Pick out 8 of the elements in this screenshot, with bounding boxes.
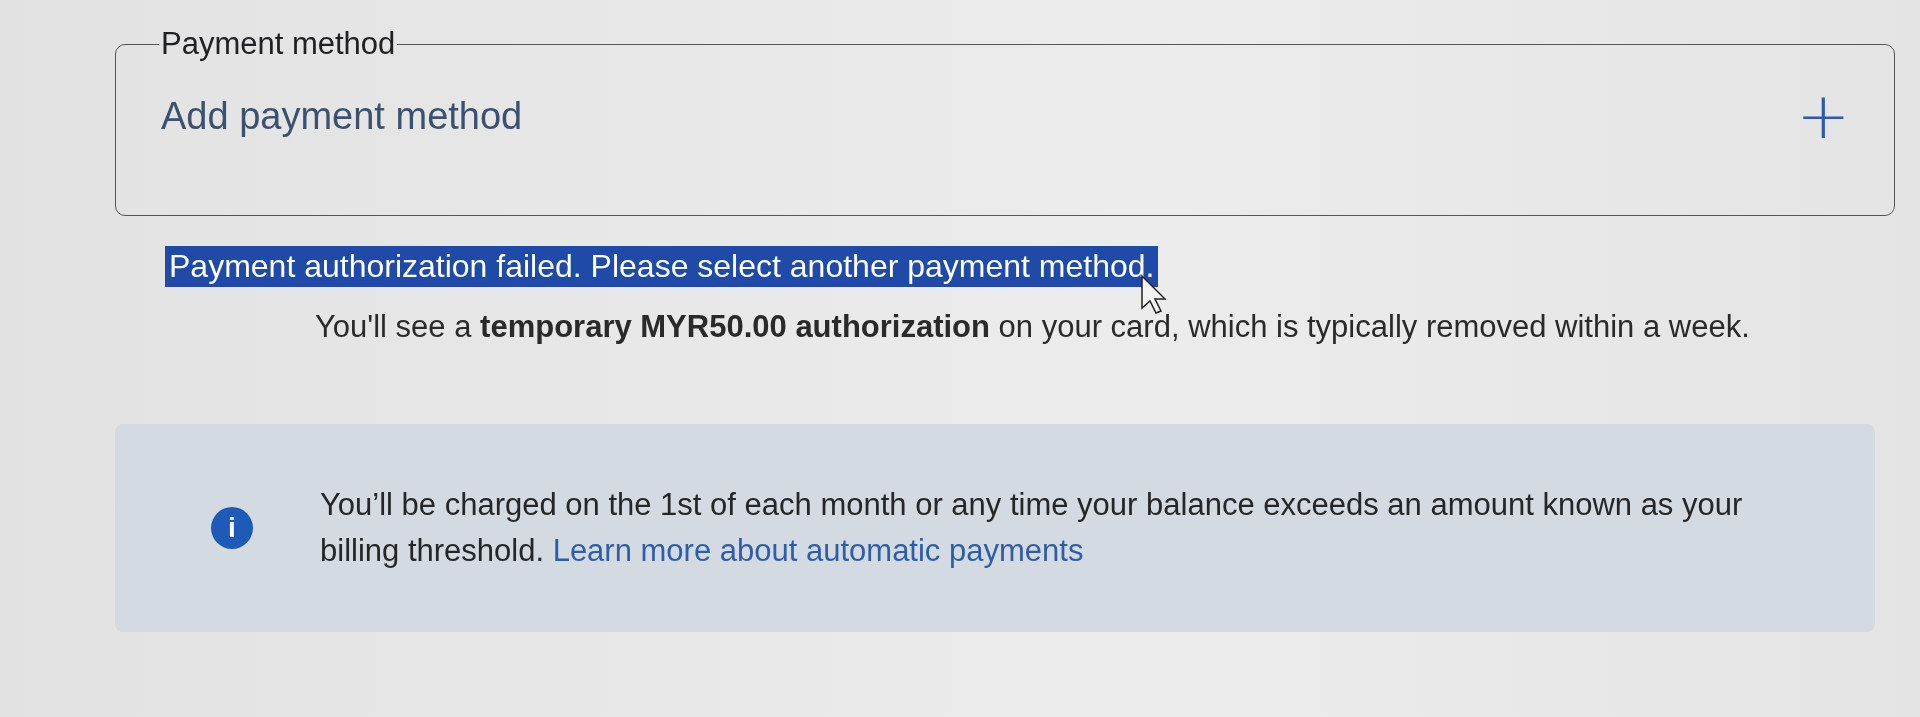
authorization-note: You'll see a temporary MYR50.00 authorization on your card, which is typically removed within a week. bbox=[315, 308, 1751, 346]
add-payment-method-label[interactable]: Add payment method bbox=[161, 94, 523, 138]
info-icon: i bbox=[211, 507, 253, 549]
learn-more-link[interactable]: Learn more about automatic payments bbox=[552, 533, 1084, 568]
info-text: You’ll be charged on the 1st of each month or any time your balance exceeds an amount known as your billing threshold. Learn more about automatic payments bbox=[320, 486, 1744, 570]
error-message: Payment authorization failed. Please select another payment method. bbox=[165, 246, 1159, 287]
group-legend: Payment method bbox=[159, 26, 398, 62]
add-button[interactable]: + bbox=[1782, 84, 1864, 148]
